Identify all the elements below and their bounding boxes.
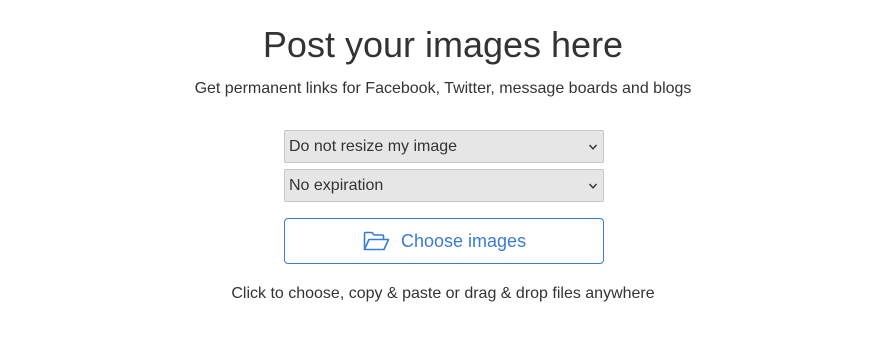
resize-select[interactable]: Do not resize my image (284, 130, 604, 163)
upload-page: Post your images here Get permanent link… (0, 0, 886, 343)
folder-open-icon (363, 231, 390, 251)
page-title: Post your images here (262, 24, 624, 65)
resize-select-value: Do not resize my image (289, 138, 458, 155)
choose-images-button[interactable]: Choose images (284, 218, 604, 264)
choose-images-label: Choose images (401, 231, 527, 251)
upload-hint: Click to choose, copy & paste or drag & … (231, 285, 655, 302)
chevron-down-icon (588, 183, 598, 189)
page-subtitle: Get permanent links for Facebook, Twitte… (194, 80, 692, 97)
expiration-select[interactable]: No expiration (284, 169, 604, 202)
expiration-select-value: No expiration (289, 177, 384, 194)
chevron-down-icon (588, 144, 598, 150)
